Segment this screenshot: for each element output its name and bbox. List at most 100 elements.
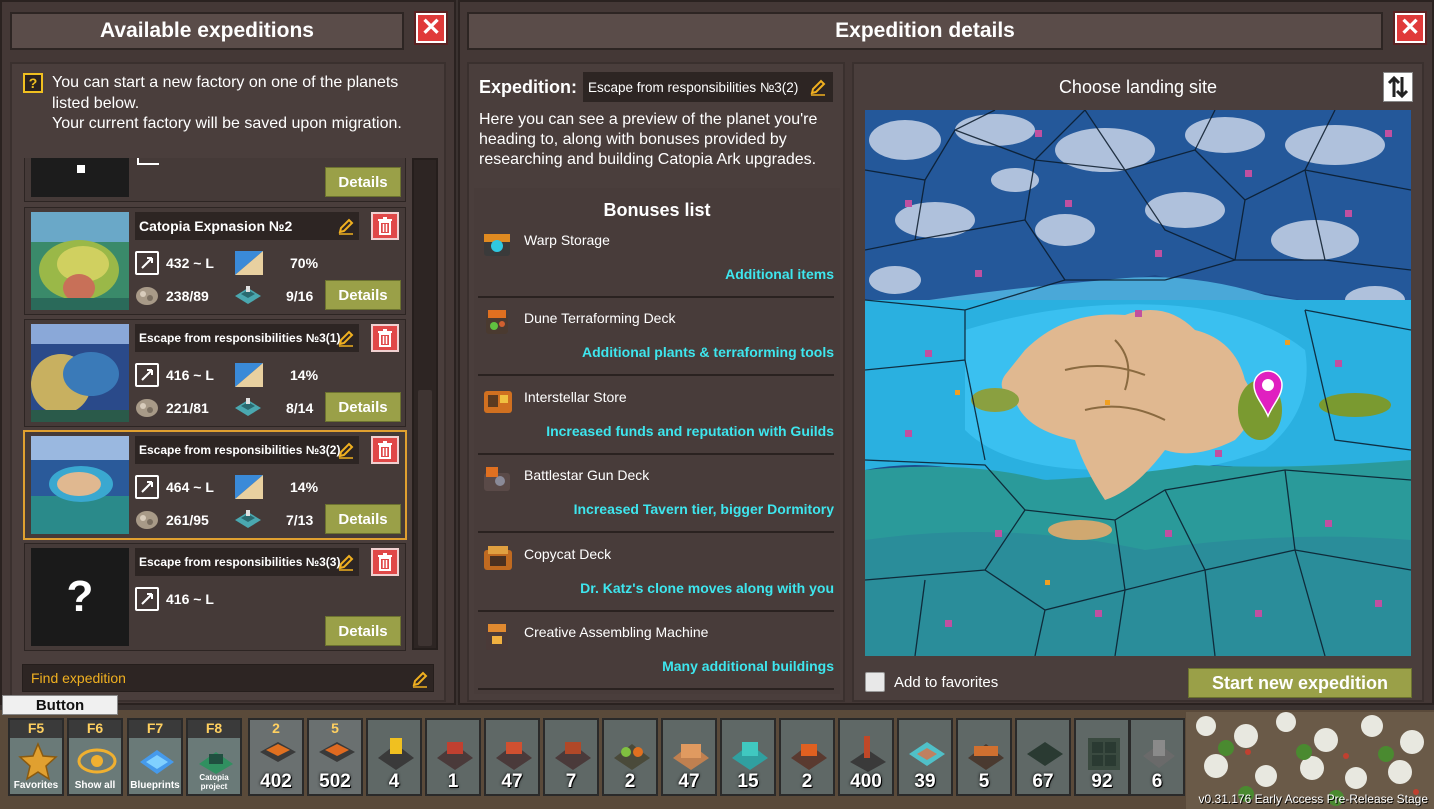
- bonuses-title: Bonuses list: [603, 200, 711, 220]
- trash-icon: [378, 217, 392, 235]
- bonus-item: Battlestar Gun Deck Increased Tavern tie…: [478, 455, 834, 533]
- rock-icon: [135, 508, 159, 530]
- bonus-item: Dune Terraforming Deck Additional plants…: [478, 298, 834, 376]
- delete-button[interactable]: [371, 324, 399, 352]
- hotbar-slot-4[interactable]: 1: [425, 718, 481, 796]
- details-button[interactable]: Details: [325, 280, 401, 310]
- hotbar-slot-3[interactable]: 4: [366, 718, 422, 796]
- right-panel-title: Expedition details: [467, 12, 1383, 50]
- expedition-description: Here you can see a preview of the planet…: [479, 111, 818, 168]
- version-label: v0.31.176 Early Access Pre-Release Stage: [1198, 792, 1428, 806]
- planet-size: 464 ~ L: [166, 479, 214, 495]
- info-icon: ?: [23, 73, 43, 93]
- copycat-deck-icon: [484, 546, 512, 570]
- expedition-name-field[interactable]: Escape from responsibilities №3(2): [135, 436, 359, 464]
- storage-icon: [673, 744, 709, 770]
- pencil-icon[interactable]: [337, 329, 355, 347]
- resource-ratio: 221/81: [166, 400, 209, 416]
- close-left-button[interactable]: ✕: [416, 13, 446, 43]
- gun-deck-icon: [484, 467, 510, 491]
- expedition-card-4[interactable]: ? Escape from responsibilities №3(3) 416…: [24, 543, 406, 651]
- expedition-card-1[interactable]: Catopia Expnasion №2 432 ~ L 70% 238/89 …: [24, 207, 406, 315]
- assembler-icon: [968, 744, 1004, 770]
- favorites-checkbox[interactable]: [865, 672, 885, 692]
- hotbar-show-all-button[interactable]: F6 Show all: [67, 718, 123, 796]
- bonus-item: Interstellar Store Increased funds and r…: [478, 377, 834, 455]
- crane-icon: [850, 736, 886, 772]
- terrain-percent: 70%: [290, 255, 319, 271]
- expedition-name-field[interactable]: Catopia Expnasion №2: [135, 212, 359, 240]
- expedition-label: Expedition:: [479, 77, 577, 97]
- rock-icon: [135, 284, 159, 306]
- trash-icon: [378, 441, 392, 459]
- hotbar-catopia-project-button[interactable]: F8 Catopia project: [186, 718, 242, 796]
- size-icon: [137, 158, 159, 165]
- furnace-icon: [791, 744, 827, 770]
- cat-machine-icon: [732, 742, 768, 770]
- trash-icon: [378, 553, 392, 571]
- hotbar-slot-9[interactable]: 15: [720, 718, 776, 796]
- hotbar-slot-10[interactable]: 2: [779, 718, 835, 796]
- size-icon: [135, 363, 159, 387]
- close-icon: ✕: [420, 14, 442, 41]
- hotbar-slot-15[interactable]: 92: [1074, 718, 1130, 796]
- expedition-card-partial[interactable]: Details: [24, 158, 406, 202]
- start-expedition-button[interactable]: Start new expedition: [1188, 668, 1412, 698]
- hotbar-slot-12[interactable]: 39: [897, 718, 953, 796]
- find-expedition-input[interactable]: Find expedition: [22, 664, 434, 692]
- close-right-button[interactable]: ✕: [1395, 13, 1425, 43]
- building-icon: [233, 508, 263, 530]
- expedition-name-field[interactable]: Escape from responsibilities №3(1): [135, 324, 359, 352]
- hotbar-slot-7[interactable]: 2: [602, 718, 658, 796]
- close-icon: ✕: [1399, 14, 1421, 41]
- planet-size: 416 ~ L: [166, 367, 214, 383]
- building-count: 7/13: [286, 512, 314, 528]
- hotbar-slot-8[interactable]: 47: [661, 718, 717, 796]
- machine-icon: [496, 742, 532, 770]
- pencil-icon[interactable]: [337, 553, 355, 571]
- hotbar-slot-13[interactable]: 5: [956, 718, 1012, 796]
- expedition-card-2[interactable]: Escape from responsibilities №3(1) 416 ~…: [24, 319, 406, 427]
- bonus-item: Creative Assembling Machine Many additio…: [478, 612, 834, 690]
- list-scrollbar-thumb[interactable]: [418, 390, 432, 646]
- building-icon: [233, 396, 263, 418]
- building-count: 9/16: [286, 288, 314, 304]
- pencil-icon[interactable]: [337, 441, 355, 459]
- planet-map[interactable]: [865, 110, 1411, 656]
- sort-toggle-button[interactable]: [1383, 72, 1413, 102]
- hotbar-slot-6[interactable]: 7: [543, 718, 599, 796]
- conveyor-icon: [319, 742, 355, 762]
- terrain-icon: [235, 363, 263, 387]
- expedition-card-3-selected[interactable]: Escape from responsibilities №3(2) 464 ~…: [23, 430, 407, 540]
- landing-marker-icon[interactable]: [1251, 368, 1285, 418]
- details-button[interactable]: Details: [325, 504, 401, 534]
- hotbar-favorites-button[interactable]: F5 Favorites: [8, 718, 64, 796]
- planter-icon: [614, 744, 650, 770]
- details-button[interactable]: Details: [325, 616, 401, 646]
- delete-button[interactable]: [371, 212, 399, 240]
- delete-button[interactable]: [371, 436, 399, 464]
- rock-icon: [135, 396, 159, 418]
- details-button[interactable]: Details: [325, 392, 401, 422]
- conveyor-icon: [260, 742, 296, 762]
- hotbar-slot-11[interactable]: 400: [838, 718, 894, 796]
- hotbar-slot-16[interactable]: 6: [1129, 718, 1185, 796]
- size-icon: [135, 587, 159, 611]
- hotbar-blueprints-button[interactable]: F7 Blueprints: [127, 718, 183, 796]
- pencil-icon: [412, 671, 428, 688]
- pencil-icon[interactable]: [809, 78, 827, 96]
- details-button[interactable]: Details: [325, 167, 401, 197]
- hotbar-slot-14[interactable]: 67: [1015, 718, 1071, 796]
- planet-size: 416 ~ L: [166, 591, 214, 607]
- terrain-icon: [235, 251, 263, 275]
- hotbar-slot-5[interactable]: 47: [484, 718, 540, 796]
- left-panel-title: Available expeditions: [10, 12, 404, 50]
- hotbar-slot-2[interactable]: 5 502: [307, 718, 363, 796]
- pencil-icon[interactable]: [337, 217, 355, 235]
- hotbar-slot-1[interactable]: 2 402: [248, 718, 304, 796]
- expedition-name-field[interactable]: Escape from responsibilities №3(3): [135, 548, 359, 576]
- expedition-name-field[interactable]: Escape from responsibilities №3(2): [583, 72, 833, 102]
- delete-button[interactable]: [371, 548, 399, 576]
- machine-icon: [555, 742, 591, 770]
- bonus-item: Copycat Deck Dr. Katz's clone moves alon…: [478, 534, 834, 612]
